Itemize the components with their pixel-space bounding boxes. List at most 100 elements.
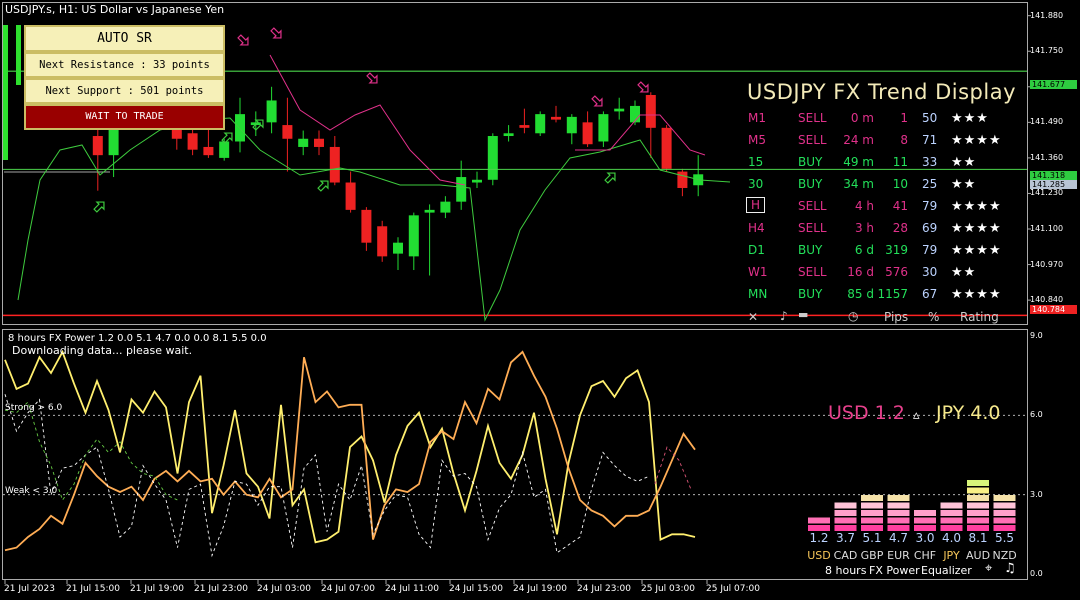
- pips-value: 1157: [877, 287, 908, 301]
- signal-label: SELL: [798, 221, 827, 235]
- time-label: 24 Jul 07:00: [321, 584, 375, 594]
- price-label: 141.880: [1030, 10, 1064, 20]
- equalizer-currency: JPY: [943, 549, 960, 562]
- strong-level-label: Strong > 6.0: [5, 403, 63, 413]
- equalizer-segment: [887, 502, 910, 509]
- price-label: 141.100: [1030, 224, 1064, 233]
- wait-to-trade-button[interactable]: WAIT TO TRADE: [24, 104, 225, 130]
- trend-bar: [3, 25, 8, 160]
- indicator-title: 8 hours FX Power 1.2 0.0 5.1 4.7 0.0 0.0…: [8, 333, 267, 344]
- equalizer-segment: [808, 517, 830, 524]
- rating-stars: ★★★★: [951, 133, 1002, 148]
- bid-price-badge: 141.318: [1030, 171, 1077, 180]
- candle-body: [566, 116, 577, 134]
- price-label: 141.490: [1030, 117, 1064, 127]
- strength-line: [654, 446, 692, 490]
- percent-header: %: [928, 310, 940, 324]
- equalizer-segment: [834, 510, 857, 516]
- rating-header: Rating: [960, 310, 999, 324]
- time-label: 24 Jul 03:00: [257, 584, 311, 594]
- close-icon[interactable]: ✕: [748, 310, 758, 324]
- equalizer-segment: [967, 517, 989, 524]
- candle-body: [456, 177, 467, 202]
- signal-label: BUY: [798, 243, 823, 257]
- rating-stars: ★★★★: [951, 199, 1002, 214]
- equalizer-segment: [940, 510, 963, 516]
- equalizer-currency: CAD: [833, 549, 858, 562]
- price-label: 141.360: [1030, 152, 1064, 162]
- candle-body: [551, 116, 561, 120]
- equalizer-segment: [967, 495, 989, 501]
- equalizer-segment: [993, 517, 1016, 524]
- equalizer-segment: [887, 495, 910, 501]
- chart-title: USDJPY.s, H1: US Dollar vs Japanese Yen: [5, 3, 225, 16]
- candle-body: [187, 133, 198, 150]
- time-label: 25 Jul 03:00: [641, 584, 695, 594]
- crosshair-icon[interactable]: ⌖: [985, 561, 992, 576]
- rating-stars: ★★★★: [951, 243, 1002, 258]
- candle-body: [645, 94, 656, 128]
- equalizer-segment: [940, 502, 963, 509]
- sell-arrow-icon: [366, 72, 378, 84]
- indicator-axis-label: 3.0: [1030, 489, 1043, 499]
- signal-label: SELL: [798, 265, 827, 279]
- percent-value: 67: [922, 287, 938, 301]
- price-label: 141.230: [1030, 188, 1064, 198]
- equalizer-segment: [993, 510, 1016, 516]
- next-support-label[interactable]: Next Support : 501 points: [24, 78, 225, 104]
- signal-label: BUY: [798, 287, 823, 301]
- time-label: 21 Jul 2023: [4, 584, 55, 594]
- equalizer-segment: [914, 517, 936, 524]
- timeframe-label: W1: [748, 265, 768, 279]
- candle-body: [408, 215, 419, 257]
- equalizer-segment: [861, 502, 883, 509]
- equalizer-segment: [967, 502, 989, 509]
- sound-icon[interactable]: ♪: [780, 309, 788, 323]
- timeframe-label: M1: [748, 111, 766, 125]
- pips-value: 41: [892, 199, 908, 213]
- equalizer-value: 3.0: [915, 531, 935, 545]
- time-label: 24 Jul 11:00: [385, 584, 439, 594]
- auto-sr-panel: AUTO SR Next Resistance : 33 points Next…: [24, 25, 225, 130]
- signal-age: 34 m: [843, 177, 874, 191]
- candle-body: [582, 122, 593, 145]
- clock-icon[interactable]: ◷: [848, 309, 858, 323]
- candle-body: [361, 209, 372, 243]
- percent-value: 71: [922, 133, 938, 147]
- time-label: 25 Jul 07:00: [706, 584, 760, 594]
- percent-value: 33: [922, 155, 938, 169]
- signal-age: 0 m: [850, 111, 874, 125]
- percent-value: 69: [922, 221, 938, 235]
- equalizer-segment: [940, 517, 963, 524]
- timeframe-label: H: [746, 197, 766, 213]
- equalizer-segment: [861, 510, 883, 516]
- sell-arrow-icon: [270, 27, 282, 39]
- buy-arrow-icon: [93, 201, 105, 213]
- signal-age: 16 d: [847, 265, 874, 279]
- equalizer-value: 3.7: [835, 531, 856, 545]
- next-resistance-label[interactable]: Next Resistance : 33 points: [24, 52, 225, 78]
- pips-value: 10: [892, 177, 908, 191]
- wave-icon[interactable]: ▬: [798, 308, 808, 321]
- time-label: 24 Jul 19:00: [513, 584, 567, 594]
- signal-age: 4 h: [854, 199, 874, 213]
- signal-label: SELL: [798, 111, 827, 125]
- equalizer-currency: USD: [807, 549, 831, 562]
- equalizer-value: 1.2: [809, 531, 829, 545]
- timeframe-label: MN: [748, 287, 768, 301]
- candle-body: [472, 179, 482, 183]
- candle-body: [661, 127, 672, 169]
- equalizer-toggle[interactable]: Equalizer: [921, 564, 972, 577]
- signal-label: BUY: [798, 155, 823, 169]
- resistance-price-badge: 141.677: [1030, 80, 1077, 89]
- auto-sr-title[interactable]: AUTO SR: [24, 25, 225, 52]
- candle-body: [235, 114, 245, 142]
- music-note-icon[interactable]: ♫: [1004, 561, 1016, 576]
- price-label: 140.970: [1030, 259, 1064, 269]
- rating-stars: ★★: [951, 155, 977, 170]
- candle-body: [424, 209, 435, 213]
- percent-value: 50: [922, 111, 938, 125]
- candle-body: [614, 108, 625, 112]
- fx-power-link[interactable]: FX Power: [869, 564, 920, 577]
- period-selector[interactable]: 8 hours: [825, 564, 866, 577]
